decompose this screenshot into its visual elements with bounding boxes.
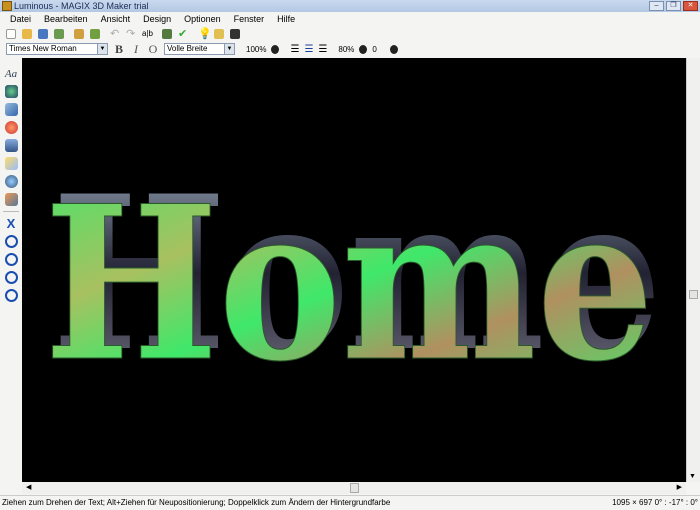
title-bar: Luminous - MAGIX 3D Maker trial – ❐ ✕ <box>0 0 700 12</box>
align-left-icon[interactable]: ☰ <box>290 44 299 55</box>
app-icon <box>2 1 12 11</box>
apply-icon[interactable]: ✔ <box>178 29 188 40</box>
spacing-spinner[interactable] <box>359 44 368 54</box>
redo-icon[interactable]: ↷ <box>126 29 136 40</box>
offset-value[interactable]: 0 <box>372 45 376 54</box>
scale-value[interactable]: 100% <box>246 45 266 54</box>
separator <box>3 211 19 212</box>
text-tool-icon[interactable]: Aa <box>5 68 17 80</box>
import-icon[interactable] <box>74 29 84 39</box>
font-select-value: Times New Roman <box>9 44 77 53</box>
export-image-icon[interactable] <box>54 29 64 39</box>
rotate-z-icon[interactable] <box>4 253 18 266</box>
vertical-scrollbar[interactable]: ▼ <box>686 58 700 482</box>
left-toolbar: Aa X <box>0 58 22 494</box>
menu-bar: Datei Bearbeiten Ansicht Design Optionen… <box>0 12 700 26</box>
text-edit-icon[interactable]: a|b <box>142 29 156 39</box>
outline-button[interactable]: O <box>147 42 159 57</box>
menu-design[interactable]: Design <box>143 14 171 24</box>
3d-text-render: Home Home <box>44 149 663 409</box>
menu-optionen[interactable]: Optionen <box>184 14 221 24</box>
italic-button[interactable]: I <box>130 42 142 57</box>
open-file-icon[interactable] <box>22 29 32 39</box>
align-center-icon[interactable]: ☰ <box>304 44 313 55</box>
restore-button[interactable]: ❐ <box>666 1 681 11</box>
offset-spinner[interactable] <box>389 44 398 54</box>
font-select[interactable]: Times New Roman ▼ <box>6 43 108 55</box>
main-toolbar: ↶ ↷ a|b ✔ 💡 <box>6 27 240 41</box>
bold-button[interactable]: B <box>113 42 125 57</box>
undo-icon[interactable]: ↶ <box>110 29 120 40</box>
menu-ansicht[interactable]: Ansicht <box>101 14 131 24</box>
width-mode-value: Volle Breite <box>167 44 208 53</box>
bevel-icon[interactable] <box>4 103 18 116</box>
horizontal-scroll-thumb[interactable] <box>350 483 359 493</box>
menu-bearbeiten[interactable]: Bearbeiten <box>44 14 88 24</box>
window-title: Luminous - MAGIX 3D Maker trial <box>14 1 149 11</box>
horizontal-scrollbar[interactable]: ◀ ▶ <box>22 482 686 494</box>
lights-icon[interactable] <box>4 157 18 170</box>
format-toolbar: Times New Roman ▼ B I O Volle Breite ▼ 100… <box>6 42 398 56</box>
save-icon[interactable] <box>38 29 48 39</box>
reset-rotation-icon[interactable] <box>4 289 18 302</box>
menu-datei[interactable]: Datei <box>10 14 31 24</box>
vertical-scroll-thumb[interactable] <box>689 290 698 299</box>
shape-icon[interactable] <box>4 139 18 152</box>
check-icon[interactable] <box>162 29 172 39</box>
light-settings-icon[interactable] <box>214 29 224 39</box>
material-icon[interactable] <box>4 85 18 98</box>
status-bar: Ziehen zum Drehen der Text; Alt+Ziehen f… <box>0 495 700 509</box>
3d-canvas[interactable]: Home Home <box>22 58 686 482</box>
text-face: Home <box>44 159 654 408</box>
width-mode-select[interactable]: Volle Breite ▼ <box>164 43 235 55</box>
spacing-value[interactable]: 80% <box>338 45 354 54</box>
scale-spinner[interactable] <box>271 44 280 54</box>
align-right-icon[interactable]: ☰ <box>318 44 327 55</box>
rotate-free-icon[interactable] <box>4 271 18 284</box>
rotate-y-icon[interactable] <box>4 235 18 248</box>
scroll-down-icon[interactable]: ▼ <box>689 473 696 480</box>
globe-icon[interactable] <box>4 175 18 188</box>
sphere-icon[interactable] <box>4 121 18 134</box>
background-icon[interactable] <box>230 29 240 39</box>
scroll-left-icon[interactable]: ◀ <box>26 483 31 491</box>
menu-fenster[interactable]: Fenster <box>234 14 265 24</box>
status-info: 1095 × 697 0° : -17° : 0° <box>612 498 698 507</box>
extrude-icon[interactable] <box>4 193 18 206</box>
scroll-right-icon[interactable]: ▶ <box>677 483 682 491</box>
status-hint: Ziehen zum Drehen der Text; Alt+Ziehen f… <box>2 498 391 507</box>
minimize-button[interactable]: – <box>649 1 664 11</box>
light-bulb-icon[interactable]: 💡 <box>198 29 212 40</box>
rotate-x-icon[interactable]: X <box>5 217 18 230</box>
new-file-icon[interactable] <box>6 29 16 39</box>
menu-hilfe[interactable]: Hilfe <box>277 14 295 24</box>
export-icon[interactable] <box>90 29 100 39</box>
close-button[interactable]: ✕ <box>683 1 698 11</box>
